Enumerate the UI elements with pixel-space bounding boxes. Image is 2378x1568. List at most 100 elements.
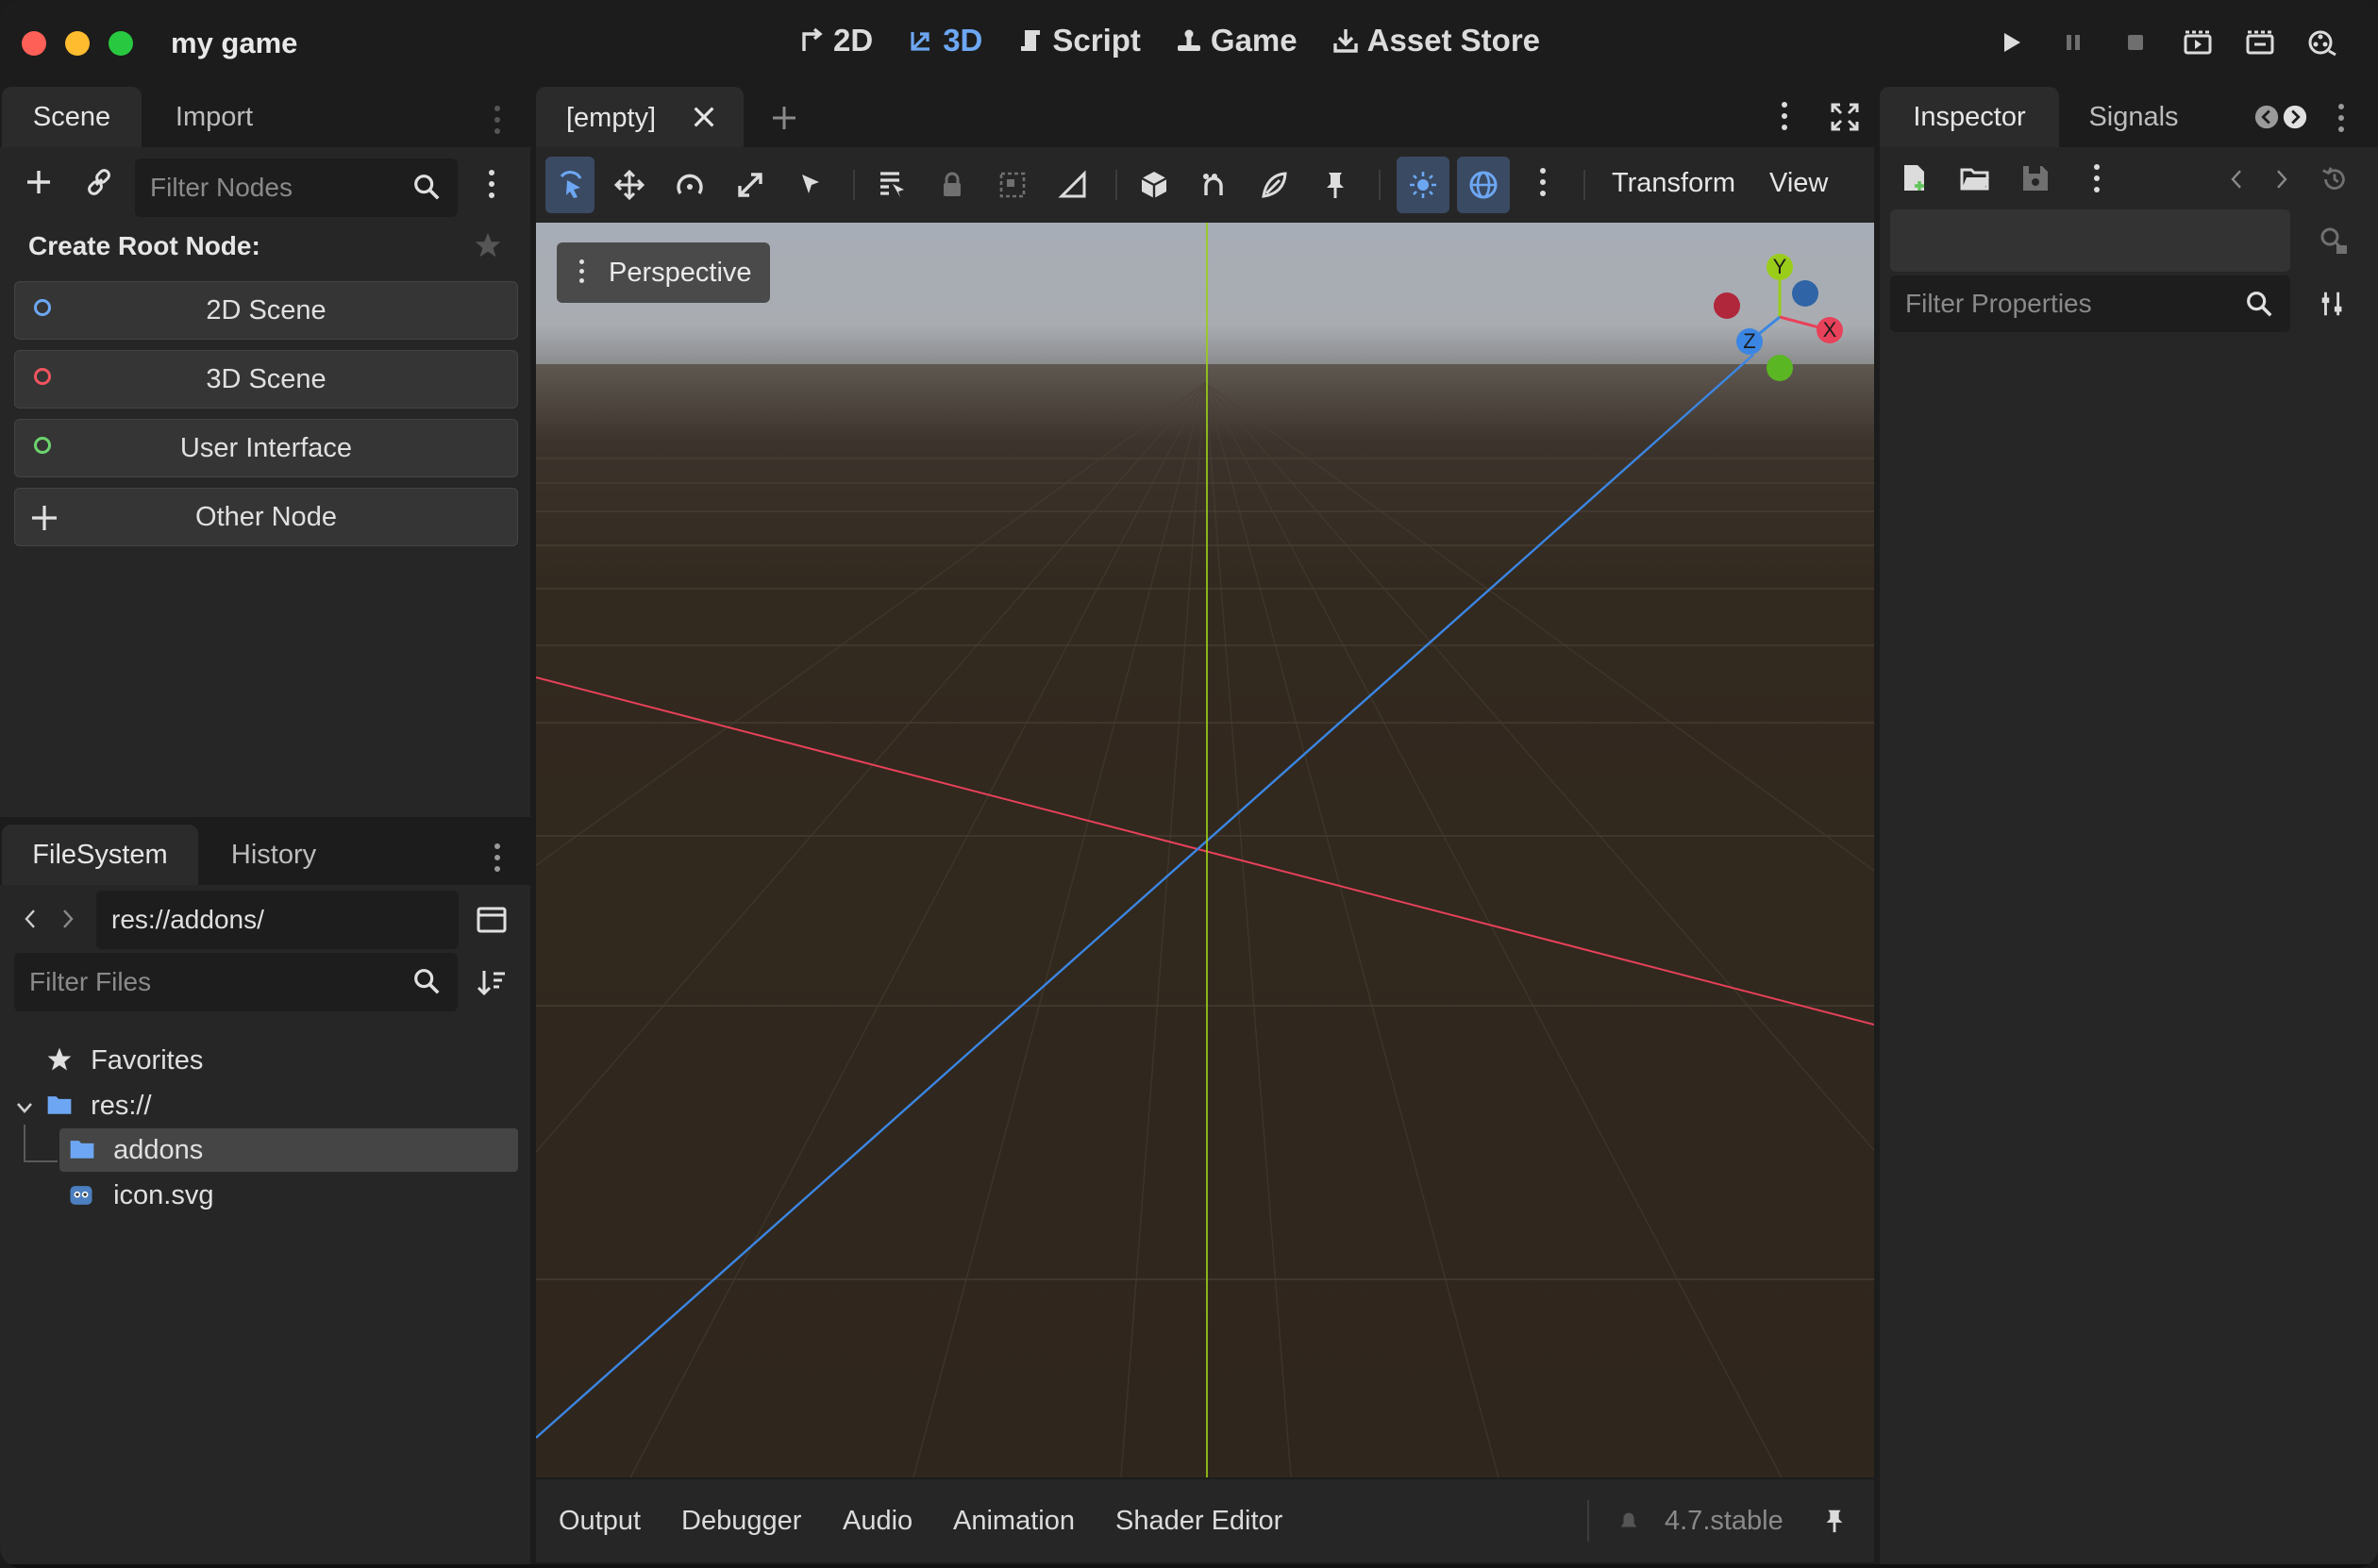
history-icon[interactable]: [2319, 164, 2350, 194]
view-menu[interactable]: View: [1769, 168, 1828, 199]
move-icon[interactable]: [613, 169, 645, 201]
tab-output[interactable]: Output: [559, 1479, 641, 1562]
scale-icon[interactable]: [734, 169, 766, 201]
instantiate-scene-button[interactable]: [83, 166, 115, 203]
sort-icon[interactable]: [476, 966, 508, 998]
cube-icon[interactable]: [1138, 169, 1170, 201]
other-node-button[interactable]: Other Node: [14, 488, 518, 546]
notification-icon[interactable]: [1616, 1508, 1642, 1534]
toggle-split-mode-icon[interactable]: [476, 904, 508, 936]
pin-icon[interactable]: [1319, 169, 1351, 201]
tab-filesystem[interactable]: FileSystem: [2, 825, 198, 885]
scene-tabs-menu-icon[interactable]: [1782, 102, 1787, 136]
stop-icon[interactable]: [2119, 26, 2152, 58]
tab-animation[interactable]: Animation: [953, 1479, 1075, 1562]
play-scene-icon[interactable]: [2182, 26, 2214, 58]
gizmo-z-label: Z: [1743, 329, 1755, 353]
window-bottom-edge: [0, 1564, 2378, 1568]
close-window-button[interactable]: [22, 31, 46, 56]
add-scene-tab-icon[interactable]: [770, 104, 798, 132]
2d-scene-button[interactable]: 2D Scene: [14, 281, 518, 340]
view-gizmo[interactable]: Y X Z: [1704, 251, 1855, 402]
chevron-down-icon[interactable]: [15, 1098, 34, 1117]
tab-script[interactable]: Script: [1016, 23, 1141, 58]
movie-maker-icon[interactable]: [2306, 26, 2338, 58]
object-docs-icon[interactable]: [2318, 225, 2350, 257]
new-resource-icon[interactable]: [1899, 162, 1931, 194]
addons-folder-row[interactable]: addons: [68, 1128, 203, 1172]
filter-nodes-input[interactable]: Filter Nodes: [135, 158, 458, 217]
tab-3d[interactable]: 3D: [907, 23, 982, 58]
minimize-window-button[interactable]: [65, 31, 90, 56]
tab-asset-store[interactable]: Asset Store: [1331, 23, 1540, 58]
scroll-tabs-left-icon[interactable]: [2253, 104, 2280, 130]
object-path-field[interactable]: [1890, 209, 2290, 272]
snap-icon[interactable]: [1198, 169, 1231, 201]
tab-inspector[interactable]: Inspector: [1880, 87, 2059, 147]
filter-files-input[interactable]: Filter Files: [14, 953, 458, 1011]
favorite-star-icon[interactable]: [473, 230, 503, 260]
rotate-icon[interactable]: [674, 169, 706, 201]
next-object-icon[interactable]: [2274, 166, 2289, 192]
distraction-free-icon[interactable]: [1829, 101, 1861, 133]
folder-icon: [47, 1096, 72, 1114]
3d-scene-button[interactable]: 3D Scene: [14, 350, 518, 409]
tab-scene[interactable]: Scene: [2, 87, 142, 147]
pencil-icon[interactable]: [1259, 169, 1291, 201]
gizmo-neg-x[interactable]: [1714, 292, 1740, 319]
pointer-icon[interactable]: [795, 169, 827, 201]
pin-panel-icon[interactable]: [1821, 1508, 1848, 1534]
scroll-tabs-right-icon[interactable]: [2282, 104, 2308, 130]
open-folder-icon[interactable]: [1959, 162, 1991, 194]
folder-icon: [70, 1141, 94, 1159]
forward-arrow-icon[interactable]: [60, 906, 75, 932]
zoom-window-button[interactable]: [109, 31, 133, 56]
res-root-row[interactable]: res://: [45, 1084, 152, 1127]
lock-icon[interactable]: [936, 169, 968, 201]
save-icon[interactable]: [2019, 162, 2051, 194]
ruler-icon[interactable]: [1057, 169, 1089, 201]
list-select-icon[interactable]: [876, 169, 908, 201]
control-icon: [34, 437, 51, 454]
play-icon[interactable]: [1995, 26, 2027, 58]
gizmo-neg-z[interactable]: [1792, 280, 1818, 307]
inspector-dock-menu-icon[interactable]: [2338, 104, 2344, 138]
play-custom-scene-icon[interactable]: [2244, 26, 2276, 58]
tab-import[interactable]: Import: [143, 87, 285, 147]
preview-environment-button[interactable]: [1457, 157, 1510, 213]
group-icon[interactable]: [996, 169, 1029, 201]
tree-guide-line: [24, 1125, 25, 1160]
tree-guide-branch: [24, 1160, 58, 1162]
toolbar-more-icon[interactable]: [1540, 168, 1546, 202]
tab-audio[interactable]: Audio: [843, 1479, 913, 1562]
tab-shader-editor[interactable]: Shader Editor: [1115, 1479, 1282, 1562]
close-icon[interactable]: [691, 104, 717, 130]
3d-viewport[interactable]: [536, 223, 1874, 1477]
scene-dock-menu-icon[interactable]: [494, 106, 500, 140]
tab-debugger[interactable]: Debugger: [681, 1479, 801, 1562]
filesystem-dock-menu-icon[interactable]: [494, 843, 500, 877]
tools-icon[interactable]: [2318, 289, 2348, 319]
inspector-more-icon[interactable]: [2094, 164, 2100, 198]
gizmo-neg-y[interactable]: [1767, 355, 1793, 381]
transform-menu[interactable]: Transform: [1612, 168, 1735, 199]
scene-tree-menu-icon[interactable]: [489, 170, 494, 204]
perspective-menu-button[interactable]: Perspective: [557, 242, 770, 303]
filter-properties-input[interactable]: Filter Properties: [1890, 275, 2290, 332]
tab-2d[interactable]: 2D: [797, 23, 873, 58]
back-arrow-icon[interactable]: [23, 906, 38, 932]
preview-sun-button[interactable]: [1397, 157, 1449, 213]
tab-history[interactable]: History: [200, 825, 347, 885]
scene-tab[interactable]: [empty]: [536, 87, 744, 147]
favorites-row[interactable]: Favorites: [45, 1039, 203, 1082]
icon-svg-file-row[interactable]: icon.svg: [68, 1174, 213, 1217]
path-field[interactable]: res://addons/: [96, 891, 459, 949]
tab-signals[interactable]: Signals: [2061, 87, 2206, 147]
previous-object-icon[interactable]: [2229, 166, 2244, 192]
pause-icon[interactable]: [2057, 26, 2089, 58]
tab-game[interactable]: Game: [1175, 23, 1298, 58]
add-node-button[interactable]: [23, 166, 55, 203]
select-mode-button[interactable]: [545, 157, 594, 213]
title-bar: my game 2D 3D Script Game Asset Store: [0, 0, 2378, 87]
user-interface-button[interactable]: User Interface: [14, 419, 518, 477]
